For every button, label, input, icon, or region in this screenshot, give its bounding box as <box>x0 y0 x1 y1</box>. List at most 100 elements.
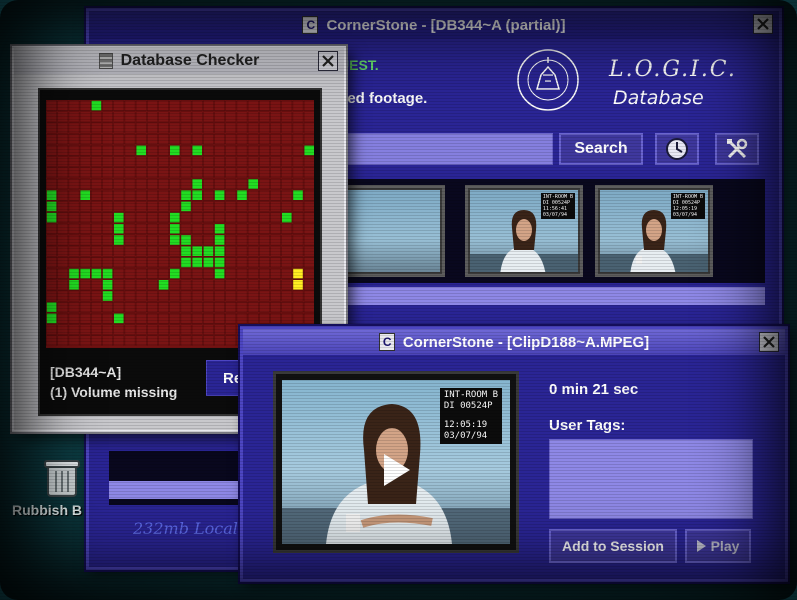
volume-cell <box>203 279 214 291</box>
volume-cell <box>203 335 214 347</box>
play-icon[interactable] <box>384 454 410 486</box>
volume-cell <box>135 223 147 235</box>
volume-cell <box>236 268 248 279</box>
volume-cell <box>270 111 281 123</box>
volume-cell <box>57 122 69 134</box>
volume-cell <box>191 301 203 313</box>
video-player[interactable]: INT-ROOM B DI 00524P 12:05:19 03/07/94 <box>273 371 519 553</box>
clip-window-titlebar[interactable]: CornerStone - [ClipD188~A.MPEG] <box>243 329 785 355</box>
volume-cell <box>303 111 314 123</box>
volume-cell <box>90 167 102 179</box>
volume-cell <box>203 178 214 190</box>
volume-cell <box>90 144 102 156</box>
volume-cell <box>68 133 80 145</box>
volume-cell <box>214 167 225 179</box>
volume-cell <box>191 178 203 190</box>
volume-cell <box>113 111 125 123</box>
volume-cell <box>247 290 259 302</box>
volume-cell <box>303 301 314 313</box>
volume-cell <box>225 144 237 156</box>
volume-cell <box>225 301 237 313</box>
volume-cell <box>135 156 147 167</box>
volume-cell <box>214 290 225 302</box>
volume-cell <box>124 111 136 123</box>
add-to-session-button[interactable]: Add to Session <box>549 529 677 563</box>
database-window-close-button[interactable] <box>753 14 773 34</box>
volume-cell <box>225 279 237 291</box>
volume-cell <box>79 301 91 313</box>
volume-cell <box>57 167 69 179</box>
volume-cell <box>124 100 136 111</box>
volume-cell <box>191 279 203 291</box>
volume-cell <box>147 167 158 179</box>
clip-window[interactable]: CornerStone - [ClipD188~A.MPEG] INT-ROOM… <box>240 326 788 582</box>
volume-cell <box>46 324 57 335</box>
volume-cell <box>292 156 304 167</box>
volume-cell <box>169 234 181 246</box>
result-thumbnail[interactable]: INT-ROOM B DI 00524P 11:56:41 03/07/94 <box>465 185 583 277</box>
volume-cell <box>236 201 248 212</box>
clip-window-title: CornerStone - [ClipD188~A.MPEG] <box>402 333 650 351</box>
search-input[interactable] <box>339 133 553 165</box>
volume-cell <box>225 234 237 246</box>
volume-cell <box>113 245 125 257</box>
volume-cell <box>158 268 169 279</box>
search-button[interactable]: Search <box>559 133 643 165</box>
database-window-titlebar[interactable]: CornerStone - [DB344~A (partial)] <box>89 11 779 39</box>
volume-cell <box>113 100 125 111</box>
volume-cell <box>79 290 91 302</box>
volume-cell <box>203 167 214 179</box>
volume-cell <box>214 189 225 201</box>
volume-cell <box>191 212 203 223</box>
volume-cell <box>124 178 136 190</box>
history-button[interactable] <box>655 133 699 165</box>
results-scrollbar[interactable] <box>339 287 765 305</box>
volume-cell <box>57 335 69 347</box>
volume-cell <box>158 212 169 223</box>
volume-cell <box>180 201 192 212</box>
volume-cell <box>259 245 270 257</box>
volume-cell <box>203 122 214 134</box>
volume-cell <box>225 257 237 268</box>
volume-cell <box>57 301 69 313</box>
volume-cell <box>57 223 69 235</box>
volume-cell <box>124 324 136 335</box>
clip-window-close-button[interactable] <box>759 332 779 352</box>
database-checker-titlebar[interactable]: Database Checker <box>14 48 344 74</box>
volume-cell <box>169 122 181 134</box>
volume-cell <box>303 178 314 190</box>
volume-cell <box>113 335 125 347</box>
volume-cell <box>57 290 69 302</box>
volume-cell <box>281 189 293 201</box>
volume-cell <box>214 111 225 123</box>
volume-cell <box>135 167 147 179</box>
volume-cell <box>102 144 113 156</box>
volume-cell <box>113 257 125 268</box>
volume-cell <box>270 201 281 212</box>
result-thumbnail[interactable]: INT-ROOM B DI 00524P 12:05:19 03/07/94 <box>595 185 713 277</box>
volume-cell <box>203 111 214 123</box>
play-button[interactable]: Play <box>685 529 751 563</box>
volume-cell <box>303 313 314 324</box>
volume-cell <box>102 167 113 179</box>
volume-cell <box>236 133 248 145</box>
volume-cell <box>90 133 102 145</box>
volume-cell <box>203 212 214 223</box>
volume-cell <box>303 290 314 302</box>
volume-cell <box>292 189 304 201</box>
volume-cell <box>180 178 192 190</box>
user-tags-input[interactable] <box>549 439 753 519</box>
volume-cell <box>169 201 181 212</box>
database-checker-close-button[interactable] <box>318 51 338 71</box>
volume-cell <box>169 167 181 179</box>
volume-cell <box>135 324 147 335</box>
volume-cell <box>57 144 69 156</box>
volume-cell <box>57 268 69 279</box>
volume-cell <box>68 167 80 179</box>
settings-button[interactable] <box>715 133 759 165</box>
volume-cell <box>57 111 69 123</box>
volume-cell <box>57 279 69 291</box>
volume-cell <box>180 313 192 324</box>
volume-cell <box>225 133 237 145</box>
volume-cell <box>57 100 69 111</box>
